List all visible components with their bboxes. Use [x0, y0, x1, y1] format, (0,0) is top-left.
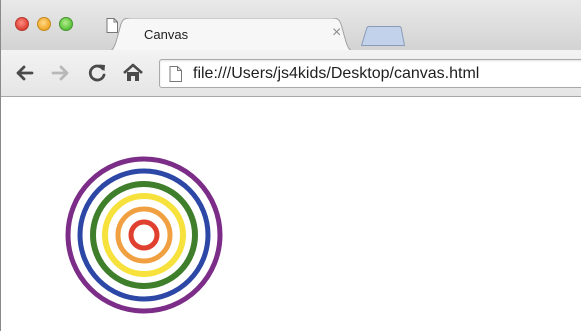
window-minimize-button[interactable] [37, 17, 51, 31]
tab-strip: Canvas × [1, 0, 581, 52]
circle-ring-6 [128, 219, 160, 251]
arrow-right-icon[interactable] [50, 62, 72, 84]
page-icon [169, 66, 182, 82]
page-icon [106, 18, 118, 33]
tab-canvas[interactable]: Canvas × [106, 18, 356, 52]
circle-ring-5 [115, 206, 173, 264]
new-tab-button[interactable] [361, 26, 405, 46]
circle-ring-3 [90, 181, 198, 289]
window-maximize-button[interactable] [59, 17, 73, 31]
window-close-button[interactable] [15, 17, 29, 31]
circle-ring-2 [77, 168, 211, 302]
tab-close-icon[interactable]: × [332, 24, 341, 42]
reload-icon[interactable] [86, 62, 108, 84]
tab-title: Canvas [144, 27, 189, 42]
canvas-drawing [65, 156, 223, 314]
address-bar[interactable]: file:///Users/js4kids/Desktop/canvas.htm… [159, 59, 581, 88]
page-content [1, 97, 581, 331]
browser-window: Canvas × file:///Users/js4kids/Desktop/c… [0, 0, 581, 331]
home-icon[interactable] [122, 62, 144, 84]
arrow-left-icon[interactable] [13, 62, 35, 84]
url-text: file:///Users/js4kids/Desktop/canvas.htm… [193, 65, 480, 82]
toolbar: file:///Users/js4kids/Desktop/canvas.htm… [1, 50, 581, 97]
